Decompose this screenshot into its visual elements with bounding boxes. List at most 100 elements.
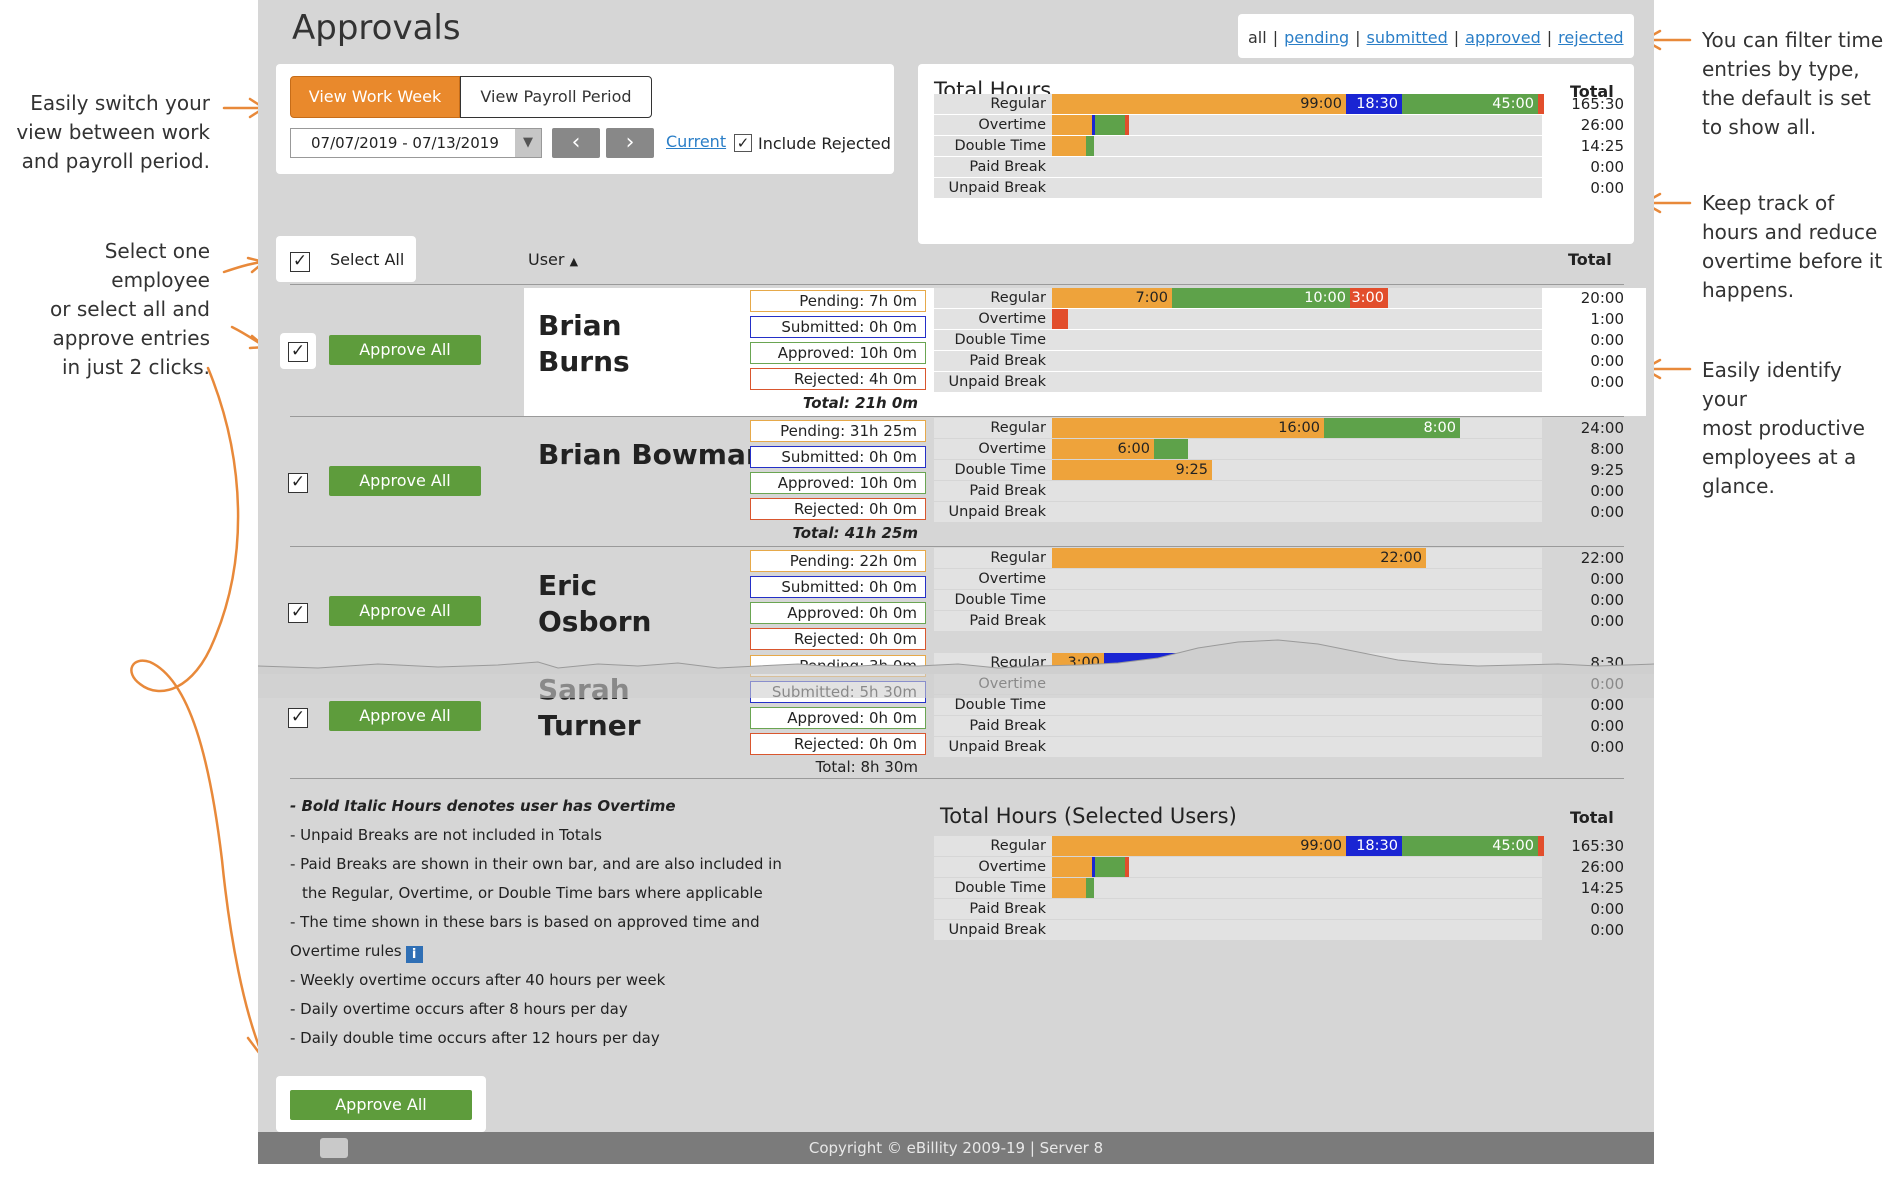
hours-row-label: Regular (934, 418, 1052, 438)
hours-row-label: Regular (934, 94, 1052, 114)
hours-bar-segment (1125, 115, 1129, 135)
hours-row-label: Double Time (934, 878, 1052, 898)
approve-all-button[interactable]: Approve All (329, 335, 481, 365)
status-submitted: Submitted: 0h 0m (750, 576, 926, 598)
hours-bar-segment: 18:30 (1346, 836, 1402, 856)
chevron-down-icon[interactable]: ▼ (515, 129, 541, 157)
view-controls: View Work Week View Payroll Period 07/07… (276, 64, 894, 174)
employee-checkbox[interactable]: ✓ (288, 603, 308, 623)
note-line: - Paid Breaks are shown in their own bar… (290, 855, 782, 873)
note-line: - Unpaid Breaks are not included in Tota… (290, 826, 602, 844)
hours-row-regular: Regular 22:00 22:00 (934, 548, 1626, 568)
filter-rejected[interactable]: rejected (1558, 28, 1623, 47)
include-rejected-checkbox[interactable]: ✓ (734, 134, 752, 152)
date-range-select[interactable]: 07/07/2019 - 07/13/2019 ▼ (290, 128, 542, 158)
filter-submitted[interactable]: submitted (1367, 28, 1448, 47)
hours-row-paid-break: Paid Break 0:00 (934, 716, 1626, 736)
hours-bar-track: 9:25 (1052, 460, 1542, 480)
hours-row-total: 9:25 (1590, 461, 1624, 479)
view-payroll-period-button[interactable]: View Payroll Period (460, 76, 652, 118)
hours-bar-segment: 10:00 (1172, 288, 1350, 308)
chevron-left-icon: ‹ (571, 130, 581, 155)
hours-bar-track (1052, 157, 1542, 177)
status-submitted: Submitted: 0h 0m (750, 316, 926, 338)
hours-row-unpaid-break: Unpaid Break 0:00 (934, 502, 1626, 522)
hours-row-total: 20:00 (1580, 289, 1624, 307)
hours-bar-segment (1052, 136, 1086, 156)
filter-approved[interactable]: approved (1465, 28, 1541, 47)
hours-row-total: 0:00 (1590, 696, 1624, 714)
hours-row-total: 14:25 (1580, 137, 1624, 155)
hours-row-regular: Regular 16:00 8:00 24:00 (934, 418, 1626, 438)
hours-row-total: 24:00 (1580, 419, 1624, 437)
hours-row-label: Double Time (934, 136, 1052, 156)
hours-row-total: 0:00 (1590, 482, 1624, 500)
note-line: - Daily double time occurs after 12 hour… (290, 1029, 660, 1047)
approvals-panel: Approvals all | pending | submitted | approved… (258, 0, 1654, 1164)
next-period-button[interactable]: › (606, 128, 654, 158)
hours-row-label: Unpaid Break (934, 178, 1052, 198)
hours-row-label: Regular (934, 288, 1052, 308)
status-submitted: Submitted: 0h 0m (750, 446, 926, 468)
employee-name: Brian Burns (538, 309, 630, 378)
hours-row-unpaid-break: Unpaid Break 0:00 (934, 737, 1626, 757)
hours-bar-segment: 16:00 (1052, 418, 1324, 438)
hours-bar-track (1052, 115, 1542, 135)
hours-row-double-time: Double Time 0:00 (934, 590, 1626, 610)
hours-row-total: 0:00 (1590, 352, 1624, 370)
current-period-link[interactable]: Current (666, 132, 726, 151)
hours-bar-segment: 99:00 (1052, 94, 1346, 114)
hours-row-label: Unpaid Break (934, 737, 1052, 757)
approve-all-button[interactable]: Approve All (329, 596, 481, 626)
user-column-header[interactable]: User ▲ (528, 250, 578, 269)
status-approved: Approved: 10h 0m (750, 472, 926, 494)
hours-bar-segment (1052, 857, 1092, 877)
hours-row-label: Overtime (934, 569, 1052, 589)
approve-all-button[interactable]: Approve All (329, 701, 481, 731)
hours-bar-track (1052, 899, 1542, 919)
select-all-checkbox[interactable]: ✓ (290, 252, 310, 272)
hours-bar-segment: 99:00 (1052, 836, 1346, 856)
hours-bar-track (1052, 502, 1542, 522)
hours-bar-segment (1052, 309, 1068, 329)
hours-bar-track (1052, 481, 1542, 501)
hours-bar-track: 99:00 18:30 45:00 (1052, 836, 1544, 856)
hours-row-total: 0:00 (1590, 738, 1624, 756)
hours-bar-segment (1538, 94, 1544, 114)
approve-all-selected-button[interactable]: Approve All (290, 1090, 472, 1120)
view-work-week-button[interactable]: View Work Week (290, 76, 460, 118)
hours-row-label: Double Time (934, 460, 1052, 480)
hours-bar-segment: 18:30 (1346, 94, 1402, 114)
hours-bar-track: 99:00 18:30 45:00 (1052, 94, 1544, 114)
date-range-value: 07/07/2019 - 07/13/2019 (311, 134, 499, 152)
status-rejected: Rejected: 4h 0m (750, 368, 926, 390)
row-divider (290, 778, 1624, 779)
page-title: Approvals (292, 8, 461, 48)
approve-all-button[interactable]: Approve All (329, 466, 481, 496)
status-pending: Pending: 7h 0m (750, 290, 926, 312)
note-line: - The time shown in these bars is based … (290, 913, 760, 931)
filter-all[interactable]: all (1248, 28, 1267, 47)
previous-period-button[interactable]: ‹ (552, 128, 600, 158)
hours-row-total: 14:25 (1580, 879, 1624, 897)
hours-row-double-time: Double Time 14:25 (934, 136, 1626, 156)
hours-row-paid-break: Paid Break 0:00 (934, 899, 1626, 919)
hours-row-regular: Regular 99:00 18:30 45:00 165:30 (934, 94, 1626, 114)
filter-bar: all | pending | submitted | approved | rejected (1238, 14, 1634, 58)
status-pending: Pending: 22h 0m (750, 550, 926, 572)
hours-bar-track (1052, 178, 1542, 198)
lock-icon[interactable] (320, 1138, 348, 1158)
hours-bar-track: 6:00 (1052, 439, 1542, 459)
employee-checkbox[interactable]: ✓ (288, 473, 308, 493)
status-rejected: Rejected: 0h 0m (750, 733, 926, 755)
hours-bar-segment (1086, 136, 1094, 156)
hours-row-regular: Regular 99:00 18:30 45:00 165:30 (934, 836, 1626, 856)
hours-row-label: Double Time (934, 590, 1052, 610)
hours-bar-track (1052, 695, 1542, 715)
filter-pending[interactable]: pending (1284, 28, 1349, 47)
info-icon[interactable]: i (405, 946, 423, 963)
employee-checkbox[interactable]: ✓ (288, 708, 308, 728)
employee-checkbox[interactable]: ✓ (288, 342, 308, 362)
hours-bar-track (1052, 351, 1542, 371)
hours-row-label: Overtime (934, 309, 1052, 329)
